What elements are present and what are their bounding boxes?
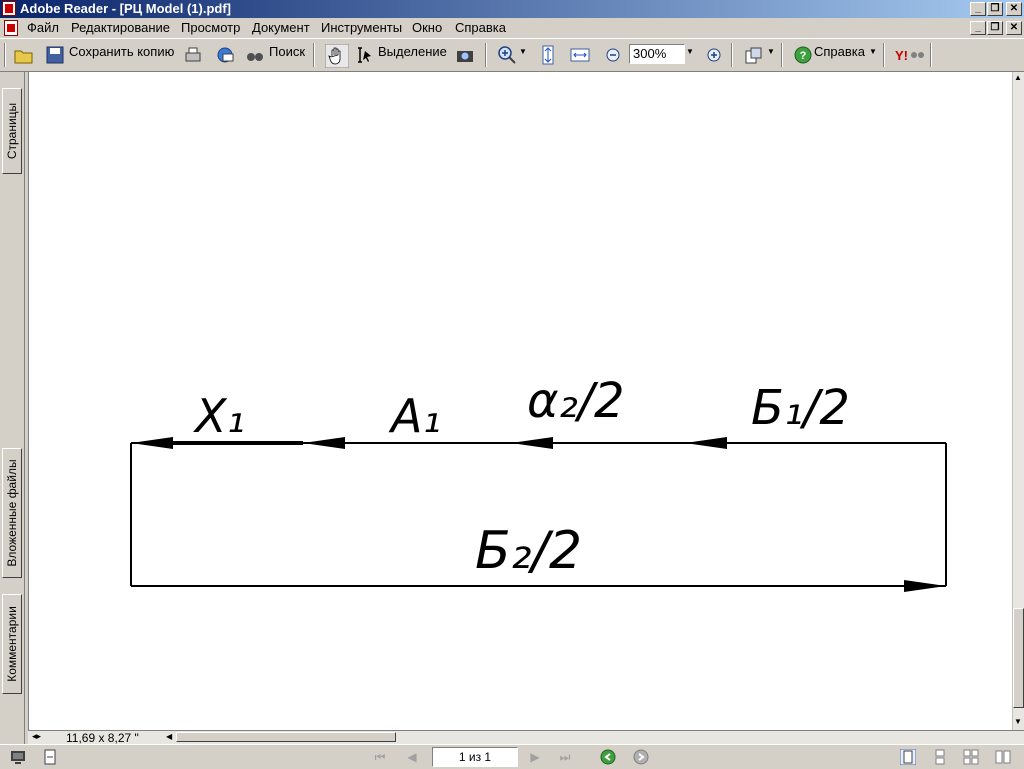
zoom-in-icon[interactable] (704, 45, 724, 65)
email-icon[interactable] (215, 45, 235, 65)
continuous-facing-layout-icon[interactable] (963, 749, 979, 765)
doc-restore-button[interactable]: ❐ (987, 21, 1003, 35)
toolbar-separator (485, 43, 487, 67)
svg-text:Y!: Y! (895, 48, 908, 63)
navigation-panel: Страницы Вложенные файлы Комментарии (0, 72, 25, 744)
menu-tools[interactable]: Инструменты (321, 20, 402, 35)
save-icon[interactable] (45, 45, 65, 65)
single-page-layout-icon[interactable] (900, 749, 916, 765)
svg-text:?: ? (800, 50, 807, 62)
menu-help[interactable]: Справка (455, 20, 506, 35)
arrow-alpha2 (511, 437, 553, 449)
rotate-view-icon[interactable] (743, 45, 763, 65)
restore-button[interactable]: ❐ (987, 2, 1003, 16)
zoom-in-tool-icon[interactable] (497, 45, 517, 65)
menu-window[interactable]: Окно (412, 20, 442, 35)
snapshot-camera-icon[interactable] (455, 45, 475, 65)
toolbar-separator (731, 43, 733, 67)
help-button[interactable]: Справка (814, 44, 865, 59)
close-button[interactable]: ✕ (1006, 2, 1022, 16)
minimize-button[interactable]: _ (970, 2, 986, 16)
search-button[interactable]: Поиск (269, 44, 305, 59)
dimension-chain-diagram: X₁ A₁ α₂/2 Б₁/2 Б₂/2 (130, 373, 947, 592)
title-bar: Adobe Reader - [РЦ Model (1).pdf] _ ❐ ✕ (0, 0, 1024, 18)
hand-tool-icon[interactable] (325, 44, 349, 68)
window-title: Adobe Reader - [РЦ Model (1).pdf] (20, 1, 231, 16)
page-number-input[interactable]: 1 из 1 (432, 747, 518, 767)
next-page-icon[interactable]: ▶ (527, 749, 543, 765)
zoom-level-dropdown-icon[interactable]: ▼ (686, 47, 694, 56)
label-a1: A₁ (388, 389, 441, 443)
tab-comments[interactable]: Комментарии (2, 594, 22, 694)
horizontal-scrollbar[interactable]: ◂▸ 11,69 x 8,27 " ◀ (28, 730, 1024, 745)
select-tool-button[interactable]: Выделение (378, 44, 447, 59)
label-b1-half: Б₁/2 (751, 380, 850, 436)
zoom-dropdown-arrow-icon[interactable]: ▼ (519, 47, 527, 56)
toolbar: Сохранить копию Поиск Выделение ▼ 300% ▼… (0, 38, 1024, 72)
print-icon[interactable] (183, 45, 203, 65)
save-copy-button[interactable]: Сохранить копию (69, 44, 174, 59)
menu-document[interactable]: Документ (252, 20, 310, 35)
help-dropdown-icon[interactable]: ▼ (869, 47, 877, 56)
menu-file[interactable]: Файл (27, 20, 59, 35)
menu-edit[interactable]: Редактирование (71, 20, 170, 35)
continuous-layout-icon[interactable] (932, 749, 948, 765)
go-forward-icon[interactable] (633, 749, 649, 765)
document-icon[interactable] (4, 20, 18, 36)
arrow-a1 (303, 437, 345, 449)
vertical-scroll-thumb[interactable] (1013, 608, 1024, 708)
toolbar-separator (930, 43, 932, 67)
page-size-label: 11,69 x 8,27 " (66, 731, 139, 745)
arrow-b1 (685, 437, 727, 449)
yahoo-toolbar-icon[interactable]: Y! (894, 45, 926, 65)
help-icon[interactable]: ? (793, 45, 813, 65)
page-size-toggle-icon[interactable]: ◂▸ (32, 731, 41, 742)
vertical-scrollbar[interactable]: ▲ ▼ (1012, 72, 1024, 730)
document-page: X₁ A₁ α₂/2 Б₁/2 Б₂/2 (28, 72, 1013, 730)
open-folder-icon[interactable] (14, 45, 34, 65)
toolbar-separator (883, 43, 885, 67)
label-x1: X₁ (193, 389, 245, 443)
last-page-icon[interactable]: ⏭ (557, 749, 573, 765)
tab-pages[interactable]: Страницы (2, 88, 22, 174)
adobe-reader-icon (2, 1, 16, 16)
arrow-b2 (904, 580, 946, 592)
scroll-down-arrow-icon[interactable]: ▼ (1014, 717, 1022, 726)
rotate-dropdown-icon[interactable]: ▼ (767, 47, 775, 56)
toolbar-grip (4, 43, 6, 67)
binoculars-icon[interactable] (245, 45, 265, 65)
arrow-x1 (131, 437, 173, 449)
status-bar: ⏮ ◀ 1 из 1 ▶ ⏭ (0, 744, 1024, 769)
zoom-out-icon[interactable] (603, 45, 623, 65)
toolbar-separator (313, 43, 315, 67)
screen-layout-icon[interactable] (10, 749, 26, 765)
horizontal-scroll-thumb[interactable] (176, 732, 396, 742)
first-page-icon[interactable]: ⏮ (372, 749, 388, 765)
menu-bar: Файл Редактирование Просмотр Документ Ин… (0, 18, 1024, 38)
label-b2-half: Б₂/2 (475, 521, 582, 581)
text-select-icon[interactable] (355, 45, 375, 65)
facing-layout-icon[interactable] (995, 749, 1011, 765)
single-page-mode-icon[interactable] (42, 749, 58, 765)
scroll-up-arrow-icon[interactable]: ▲ (1014, 73, 1022, 82)
go-back-icon[interactable] (600, 749, 616, 765)
fit-width-icon[interactable] (570, 45, 590, 65)
toolbar-separator (781, 43, 783, 67)
previous-page-icon[interactable]: ◀ (404, 749, 420, 765)
doc-close-button[interactable]: ✕ (1006, 21, 1022, 35)
menu-view[interactable]: Просмотр (181, 20, 240, 35)
label-alpha2-half: α₂/2 (527, 373, 625, 429)
doc-minimize-button[interactable]: _ (970, 21, 986, 35)
tab-attachments[interactable]: Вложенные файлы (2, 448, 22, 578)
actual-size-icon[interactable] (538, 45, 558, 65)
zoom-level-input[interactable]: 300% (629, 44, 685, 64)
scroll-left-arrow-icon[interactable]: ◀ (166, 732, 172, 741)
